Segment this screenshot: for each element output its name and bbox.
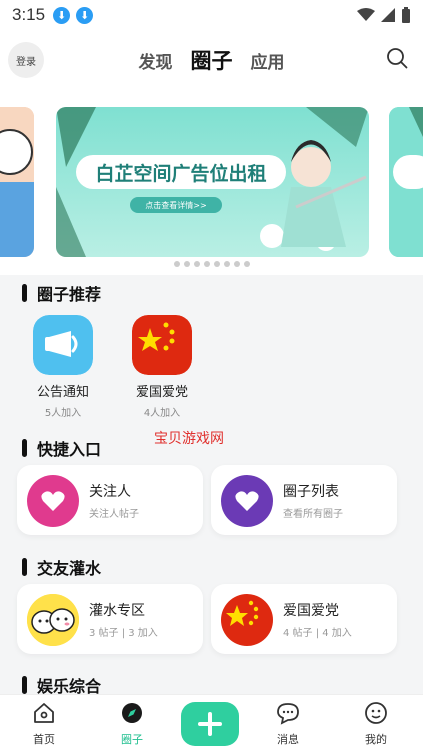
card-title: 爱国爱党 xyxy=(283,603,339,619)
heart-icon xyxy=(27,475,79,527)
carousel-dot xyxy=(183,261,190,267)
nav-label: 首页 xyxy=(33,733,55,746)
section-marker xyxy=(22,676,27,694)
banner-detail-button[interactable]: 点击查看详情>> xyxy=(130,197,222,213)
china-flag-icon xyxy=(132,315,192,375)
signal-icon xyxy=(381,8,395,22)
section-label: 快捷入口 xyxy=(37,440,102,459)
nav-label: 消息 xyxy=(277,733,299,746)
megaphone-icon xyxy=(33,315,93,375)
nav-messages[interactable]: 消息 xyxy=(258,701,318,747)
carousel-dot xyxy=(173,261,180,267)
watermark-text: 宝贝游戏网 xyxy=(154,431,224,447)
top-tabs: 发现 圈子 应用 xyxy=(0,30,423,90)
plus-icon xyxy=(198,712,222,736)
section-title-social: 交友灌水 xyxy=(22,555,101,579)
status-bar: 3:15 ⬇ ⬇ xyxy=(0,0,423,30)
profile-icon xyxy=(365,702,387,724)
carousel-dot xyxy=(193,261,200,267)
cartoon-faces-icon xyxy=(27,594,79,646)
section-title-quick: 快捷入口 xyxy=(22,436,101,460)
wifi-icon xyxy=(357,8,375,21)
circle-members: 5人加入 xyxy=(44,408,82,419)
compass-icon xyxy=(122,703,142,723)
battery-icon xyxy=(402,7,410,23)
card-subtitle: 查看所有圈子 xyxy=(283,509,343,520)
tab-apps[interactable]: 应用 xyxy=(251,48,285,73)
download-icon: ⬇ xyxy=(53,6,71,24)
banner-next[interactable] xyxy=(389,107,423,257)
create-post-button[interactable] xyxy=(181,702,239,746)
heart-icon xyxy=(221,475,273,527)
chat-icon xyxy=(277,703,299,725)
carousel-dot xyxy=(243,261,250,267)
circle-members: 4人加入 xyxy=(143,408,181,419)
section-label: 圈子推荐 xyxy=(37,285,102,304)
section-title-recommend: 圈子推荐 xyxy=(22,281,101,305)
card-title: 关注人 xyxy=(89,484,131,500)
status-time: 3:15 xyxy=(12,5,46,24)
carousel-dot xyxy=(233,261,240,267)
circle-name: 爱国爱党 xyxy=(135,385,188,400)
social-card-water[interactable]: 灌水专区 3 帖子 | 3 加入 xyxy=(17,584,203,654)
banner-prev[interactable] xyxy=(0,107,34,257)
circle-name: 公告通知 xyxy=(36,385,89,400)
circle-item-patriot[interactable]: 爱国爱党 4人加入 xyxy=(127,315,197,419)
top-bar: 登录 发现 圈子 应用 xyxy=(0,30,423,90)
bottom-nav: 首页 圈子 消息 我的 xyxy=(0,694,423,752)
section-marker xyxy=(22,439,27,457)
quick-card-following[interactable]: 关注人 关注人帖子 xyxy=(17,465,203,535)
card-subtitle: 4 帖子 | 4 加入 xyxy=(283,628,352,639)
card-title: 圈子列表 xyxy=(283,484,339,500)
carousel-dot xyxy=(223,261,230,267)
card-title: 灌水专区 xyxy=(89,603,145,619)
quick-card-circle-list[interactable]: 圈子列表 查看所有圈子 xyxy=(211,465,397,535)
card-subtitle: 3 帖子 | 3 加入 xyxy=(89,628,158,639)
tab-discover[interactable]: 发现 xyxy=(139,48,173,73)
section-marker xyxy=(22,284,27,302)
nav-profile[interactable]: 我的 xyxy=(346,701,406,747)
status-icons xyxy=(357,7,411,23)
section-label: 交友灌水 xyxy=(37,559,102,578)
carousel-dot xyxy=(203,261,210,267)
search-icon[interactable] xyxy=(385,46,409,70)
nav-label: 我的 xyxy=(365,733,387,746)
banner-slide[interactable]: 白芷空间广告位出租 点击查看详情>> xyxy=(56,107,369,257)
nav-home[interactable]: 首页 xyxy=(14,701,74,747)
circle-item-announcement[interactable]: 公告通知 5人加入 xyxy=(28,315,98,419)
banner-carousel[interactable]: 白芷空间广告位出租 点击查看详情>> xyxy=(0,90,423,275)
carousel-indicator xyxy=(0,261,423,267)
section-marker xyxy=(22,558,27,576)
social-card-patriot[interactable]: 爱国爱党 4 帖子 | 4 加入 xyxy=(211,584,397,654)
banner-title: 白芷空间广告位出租 xyxy=(76,155,286,189)
nav-circles[interactable]: 圈子 xyxy=(102,701,162,747)
china-flag-icon xyxy=(221,594,273,646)
tab-circles[interactable]: 圈子 xyxy=(191,45,233,75)
home-icon xyxy=(34,703,54,723)
nav-label: 圈子 xyxy=(121,733,143,746)
download-icon: ⬇ xyxy=(76,6,94,24)
carousel-dot xyxy=(213,261,220,267)
card-subtitle: 关注人帖子 xyxy=(89,509,139,520)
